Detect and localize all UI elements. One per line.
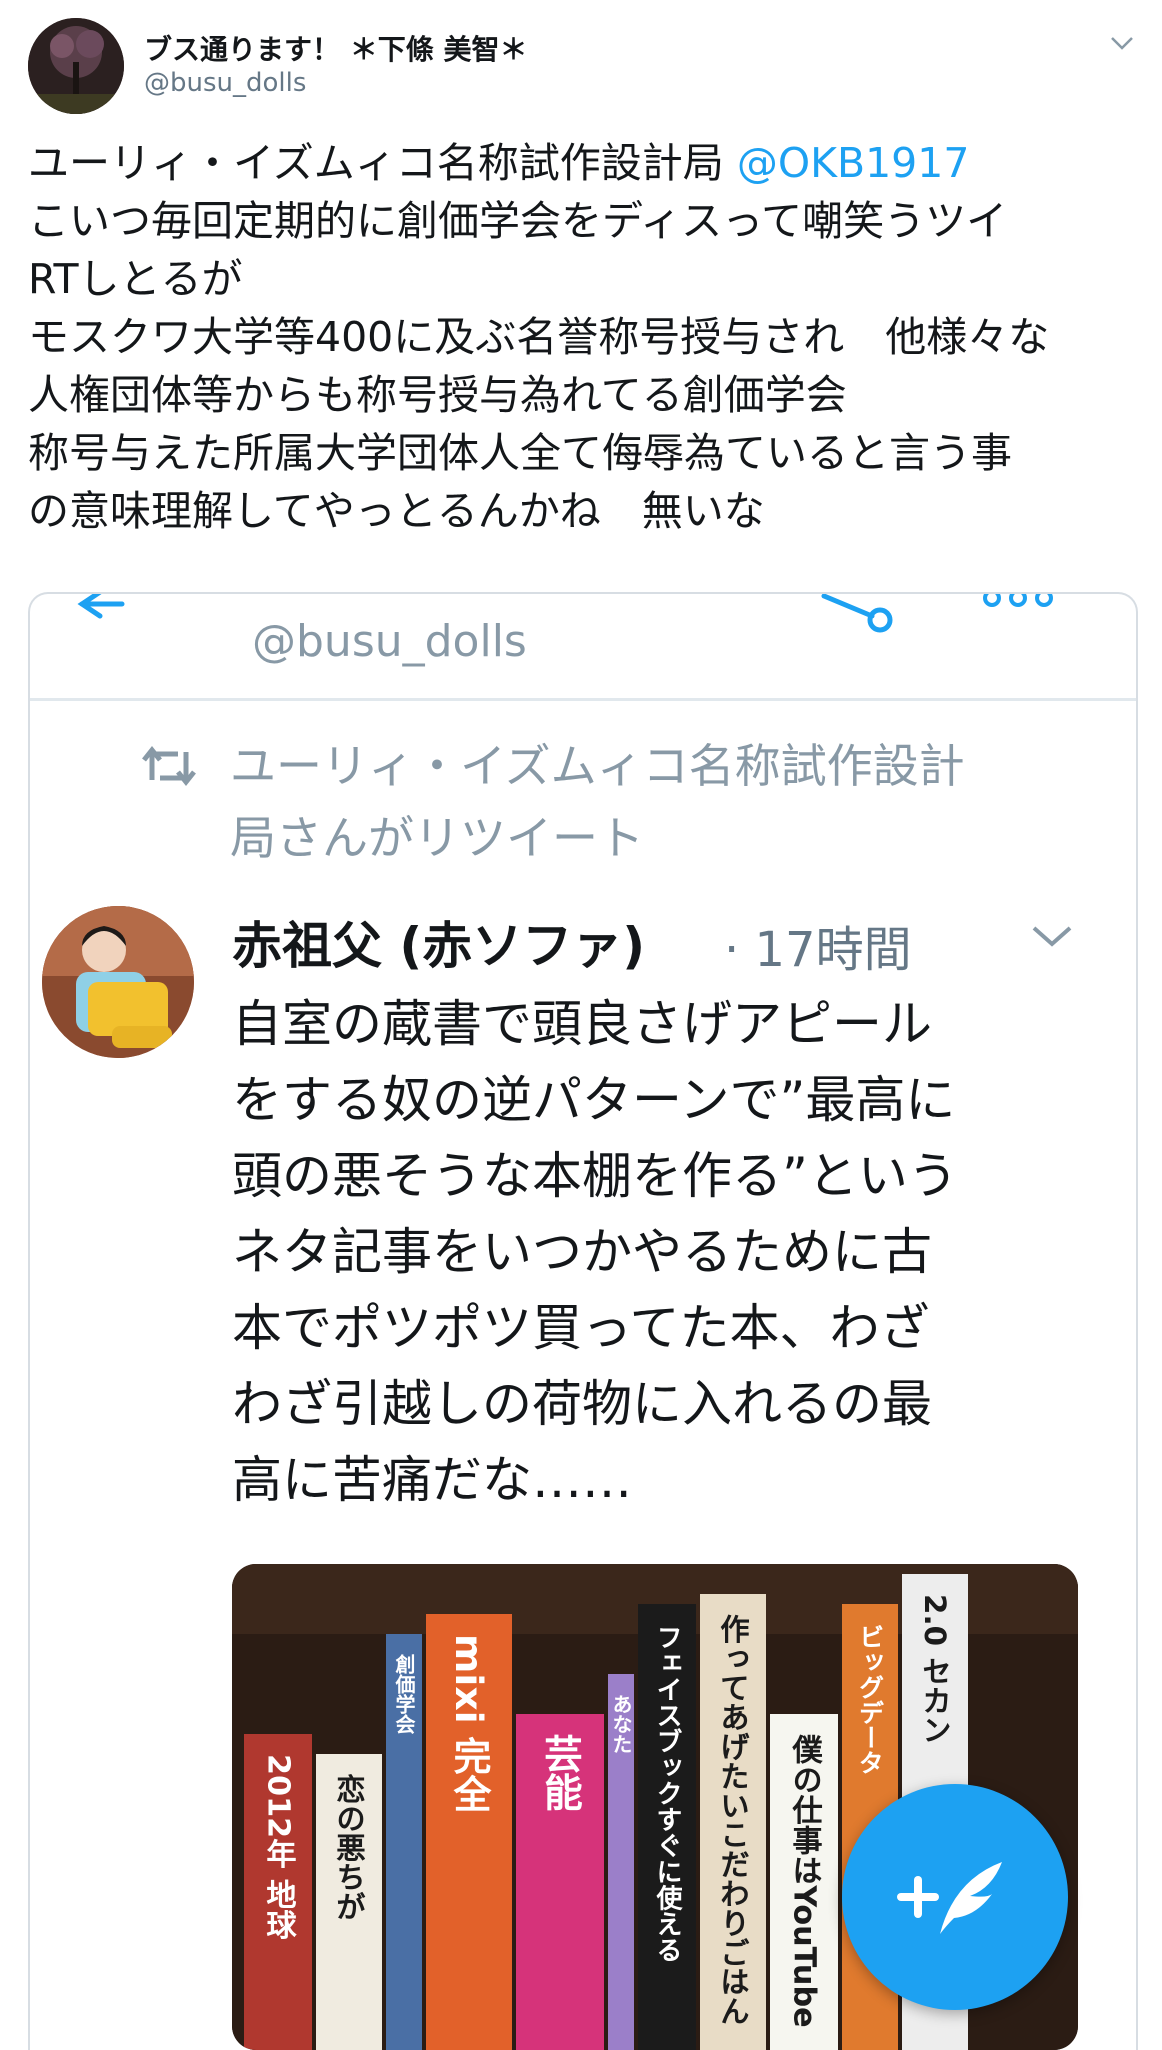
book-spine: あなた <box>608 1674 634 2050</box>
tweet-text-line: の意味理解してやっとるんかね 無いな <box>28 487 765 535</box>
tweet-header: ブス通ります！ ＊下條 美智＊ @busu_dolls <box>0 0 1162 130</box>
quoted-text-line: わざ引越しの荷物に入れるの最 <box>232 1375 932 1433</box>
quoted-user-name: 赤祖父 (赤ソファ) <box>232 917 646 975</box>
avatar-image <box>28 18 124 114</box>
quoted-text-line: 自室の蔵書で頭良さげアピール <box>232 995 932 1053</box>
book-spine-title: 恋の悪ちが <box>332 1773 366 1921</box>
book-spine: 作ってあげたいこだわりごはん <box>700 1594 766 2050</box>
compose-tweet-button[interactable] <box>842 1784 1068 2010</box>
book-spine: 創価学会 <box>386 1634 422 2050</box>
book-spine-title: 2012年 地球 <box>261 1754 297 1940</box>
quoted-text-line: をする奴の逆パターンで”最高に <box>232 1071 956 1129</box>
book-spine-title: 芸能 <box>538 1734 583 1812</box>
tweet-text-line: 称号与えた所属大学団体人全て侮辱為ていると言う事 <box>28 429 1012 477</box>
book-spine: 芸能 <box>516 1714 604 2050</box>
screenshot-handle: @busu_dolls <box>252 616 527 667</box>
screenshot-header: @busu_dolls <box>30 594 1136 701</box>
book-spine: 2012年 地球 <box>244 1734 312 2050</box>
avatar[interactable] <box>28 18 124 114</box>
more-icon <box>983 594 1053 607</box>
share-icon <box>821 594 893 633</box>
quoted-timestamp: · 17時間 <box>724 922 912 978</box>
book-spine-title: フェイスブックすぐに使える <box>652 1624 683 1963</box>
user-handle[interactable]: @busu_dolls <box>144 68 306 98</box>
tweet-line: ユーリィ・イズムィコ名称試作設計局 @OKB1917 <box>28 134 1138 192</box>
back-arrow-icon <box>77 594 125 619</box>
retweet-label-line: ユーリィ・イズムィコ名称試作設計 <box>230 739 965 793</box>
compose-tweet-icon <box>897 1862 1002 1934</box>
mention-link[interactable]: @OKB1917 <box>737 139 970 187</box>
quoted-avatar-image <box>42 906 194 1058</box>
tweet-text-line: 人権団体等からも称号授与為れてる創価学会 <box>28 371 847 419</box>
book-spine: mixi 完全 <box>426 1614 512 2050</box>
tweet-text-line: ユーリィ・イズムィコ名称試作設計局 <box>28 139 737 187</box>
tweet-text-line: こいつ毎回定期的に創価学会をディスって嘲笑うツイ <box>28 197 1008 245</box>
book-spine: 僕の仕事はYouTube <box>770 1714 838 2050</box>
quoted-text-line: 本でポツポツ買ってた本、わざ <box>232 1299 930 1357</box>
book-spine-title: あなた <box>609 1694 633 1754</box>
book-spine-title: 作ってあげたいこだわりごはん <box>716 1614 750 2026</box>
book-spine-title: 創価学会 <box>392 1653 416 1735</box>
quoted-text-line: 高に苦痛だな…… <box>232 1451 632 1509</box>
quoted-tweet-text: 自室の蔵書で頭良さげアピール をする奴の逆パターンで”最高に 頭の悪そうな本棚を… <box>232 986 1112 1518</box>
book-spine: フェイスブックすぐに使える <box>638 1604 696 2050</box>
quoted-text-line: ネタ記事をいつかやるために古 <box>232 1223 932 1281</box>
chevron-down-icon <box>1032 926 1072 947</box>
book-spine-title: 2.0 セカン <box>918 1594 952 1745</box>
tweet-text-line: RTしとるが <box>28 255 243 303</box>
retweet-label-line: 局さんがリツイート <box>230 811 644 865</box>
quoted-text-line: 頭の悪そうな本棚を作る”という <box>232 1147 958 1205</box>
tweet-text-line: モスクワ大学等400に及ぶ名誉称号授与され 他様々な <box>28 313 1050 361</box>
user-name[interactable]: ブス通ります！ ＊下條 美智＊ <box>144 28 528 68</box>
retweet-label: ユーリィ・イズムィコ名称試作設計 局さんがリツイート <box>230 730 1090 874</box>
tweet-text: ユーリィ・イズムィコ名称試作設計局 @OKB1917 こいつ毎回定期的に創価学会… <box>28 134 1138 540</box>
book-spine-title: 僕の仕事はYouTube <box>787 1734 824 2028</box>
book-spine-title: ビッグデータ <box>856 1624 885 1775</box>
book-spine-title: mixi 完全 <box>447 1634 492 1812</box>
quoted-avatar <box>42 906 194 1058</box>
chevron-down-icon[interactable] <box>1105 26 1139 60</box>
book-spine: 恋の悪ちが <box>316 1754 382 2050</box>
retweet-icon <box>142 745 196 787</box>
